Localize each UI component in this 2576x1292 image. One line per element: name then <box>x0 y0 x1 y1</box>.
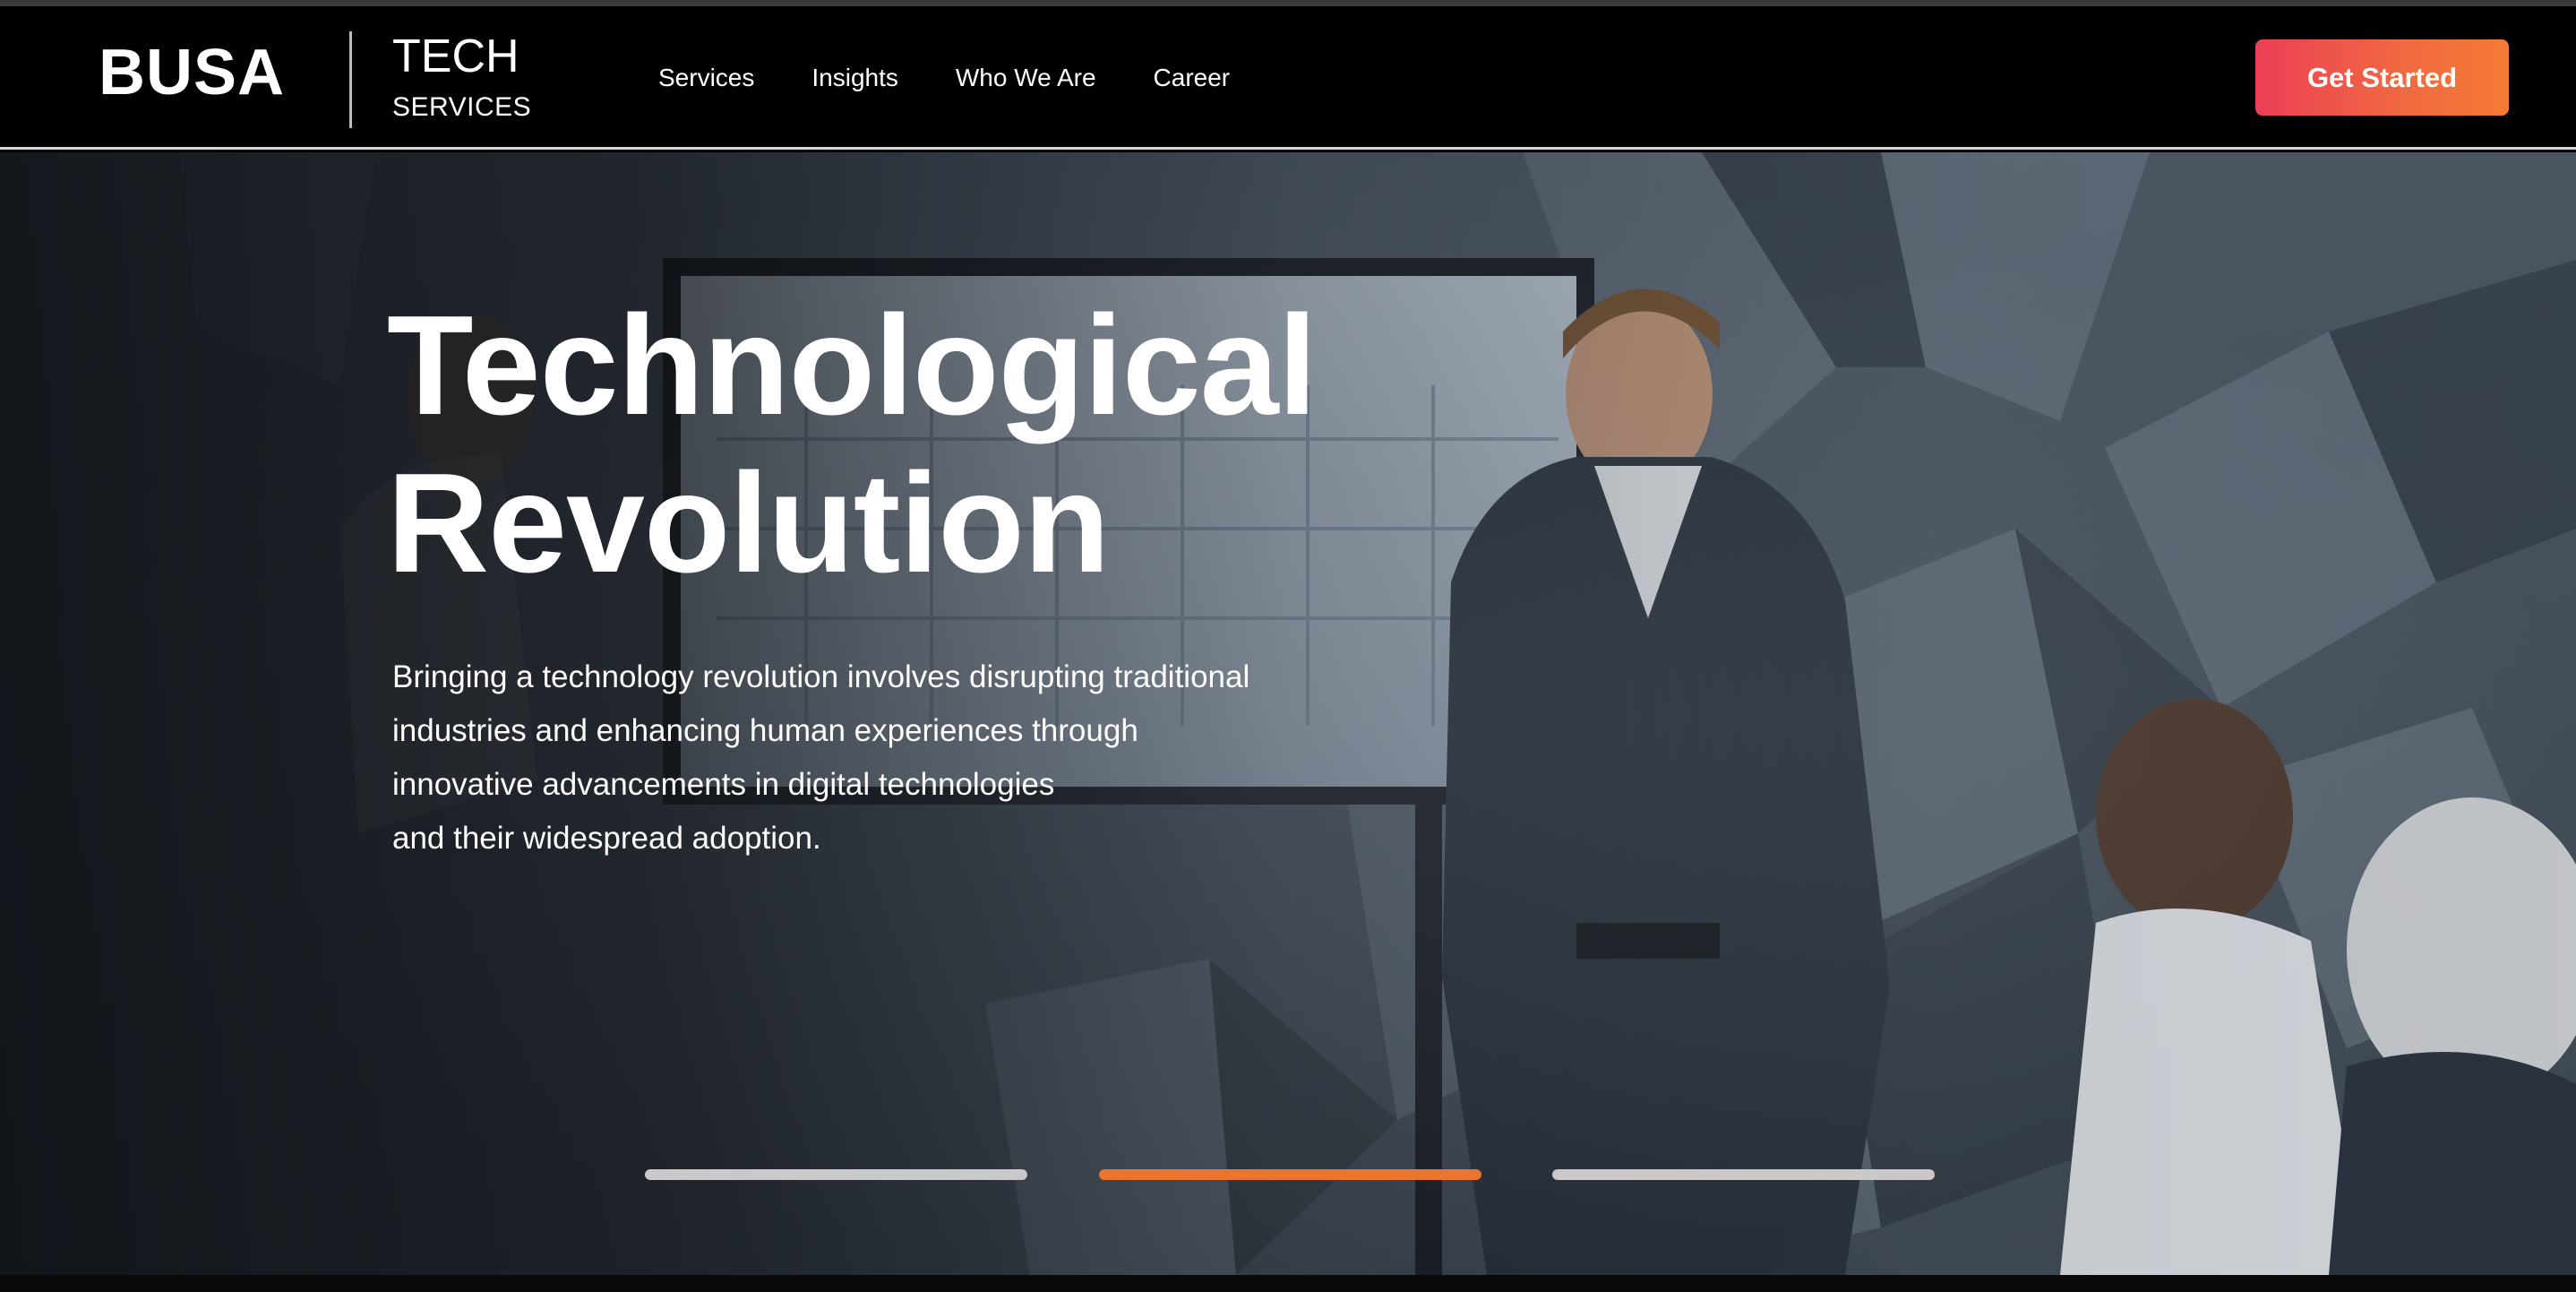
hero-description-line: industries and enhancing human experienc… <box>392 713 1138 748</box>
hero-description-line: and their widespread adoption. <box>392 821 821 856</box>
hero-title: Technological Revolution <box>387 287 1318 602</box>
brand-subtitle: TECH SERVICES <box>392 33 531 121</box>
browser-top-edge <box>0 0 2576 6</box>
nav-link-services[interactable]: Services <box>658 65 754 90</box>
logo-divider <box>349 31 352 128</box>
brand-line-tech: TECH <box>392 30 519 82</box>
logo[interactable]: BUSA <box>99 40 285 105</box>
nav-link-who-we-are[interactable]: Who We Are <box>956 65 1096 90</box>
brand-line-services: SERVICES <box>392 92 532 122</box>
carousel-indicator-3[interactable] <box>1552 1169 1935 1180</box>
hero-title-line-1: Technological <box>387 287 1318 444</box>
hero-description-line: Bringing a technology revolution involve… <box>392 659 1250 694</box>
carousel-indicator-2[interactable] <box>1099 1169 1481 1180</box>
hero-description: Bringing a technology revolution involve… <box>392 650 1378 866</box>
hero-section: Technological Revolution Bringing a tech… <box>0 152 2576 1275</box>
site-header: BUSA TECH SERVICES Services Insights Who… <box>0 6 2576 150</box>
get-started-button[interactable]: Get Started <box>2255 39 2509 116</box>
carousel-indicator-1[interactable] <box>645 1169 1027 1180</box>
hero-title-line-2: Revolution <box>387 444 1110 602</box>
nav-link-insights[interactable]: Insights <box>811 65 898 90</box>
bottom-edge <box>0 1275 2576 1292</box>
hero-description-line: innovative advancements in digital techn… <box>392 767 1055 802</box>
main-nav: Services Insights Who We Are Career <box>658 65 1230 90</box>
nav-link-career[interactable]: Career <box>1154 65 1231 90</box>
